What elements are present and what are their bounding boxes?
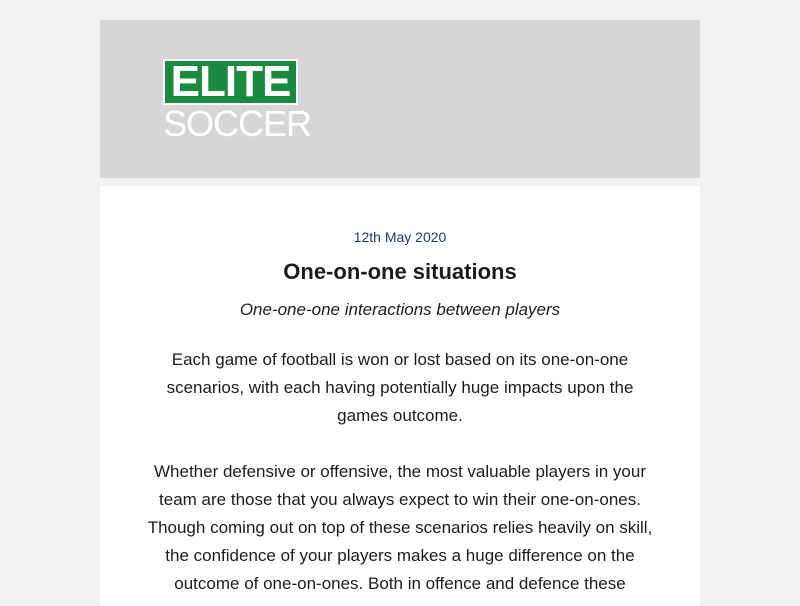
- email-container: ELITE SOCCER 12th May 2020 One-on-one si…: [100, 20, 700, 606]
- article-body: 12th May 2020 One-on-one situations One-…: [100, 186, 700, 606]
- elite-soccer-logo[interactable]: ELITE SOCCER: [163, 59, 312, 144]
- article-subtitle: One-one-one interactions between players: [239, 300, 561, 319]
- article-title: One-on-one situations: [283, 259, 517, 284]
- logo-soccer-text: SOCCER: [163, 103, 312, 144]
- logo-elite-text: ELITE: [163, 59, 298, 105]
- article-paragraph: Each game of football is won or lost bas…: [166, 350, 634, 425]
- email-header: ELITE SOCCER: [100, 20, 700, 178]
- article-paragraph: Whether defensive or offensive, the most…: [147, 462, 653, 593]
- header-divider: [100, 178, 700, 186]
- article-date: 12th May 2020: [353, 229, 447, 245]
